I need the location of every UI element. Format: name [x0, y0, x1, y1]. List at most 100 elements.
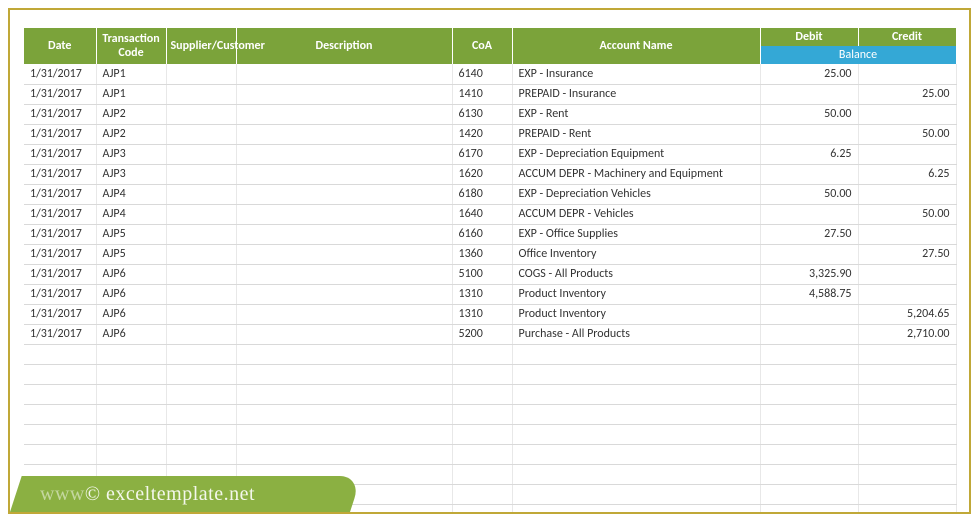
cell-supplier[interactable]: [166, 64, 236, 84]
cell-coa[interactable]: 5200: [452, 324, 512, 344]
cell-empty[interactable]: [166, 384, 236, 404]
cell-description[interactable]: [236, 304, 452, 324]
cell-account[interactable]: EXP - Depreciation Equipment: [512, 144, 760, 164]
cell-credit[interactable]: [858, 224, 956, 244]
cell-date[interactable]: 1/31/2017: [24, 264, 96, 284]
cell-debit[interactable]: [760, 304, 858, 324]
cell-empty[interactable]: [452, 404, 512, 424]
cell-empty[interactable]: [512, 384, 760, 404]
cell-empty[interactable]: [858, 344, 956, 364]
cell-coa[interactable]: 1310: [452, 284, 512, 304]
cell-empty[interactable]: [452, 344, 512, 364]
cell-date[interactable]: 1/31/2017: [24, 104, 96, 124]
cell-code[interactable]: AJP6: [96, 324, 166, 344]
cell-empty[interactable]: [858, 444, 956, 464]
header-supplier-customer[interactable]: Supplier/Customer: [166, 28, 236, 64]
cell-account[interactable]: EXP - Insurance: [512, 64, 760, 84]
cell-description[interactable]: [236, 64, 452, 84]
cell-empty[interactable]: [858, 484, 956, 504]
cell-code[interactable]: AJP4: [96, 184, 166, 204]
cell-coa[interactable]: 1310: [452, 304, 512, 324]
cell-debit[interactable]: [760, 84, 858, 104]
cell-coa[interactable]: 1360: [452, 244, 512, 264]
cell-credit[interactable]: 6.25: [858, 164, 956, 184]
header-balance[interactable]: Balance: [760, 46, 956, 64]
header-description[interactable]: Description: [236, 28, 452, 64]
cell-empty[interactable]: [452, 384, 512, 404]
cell-empty[interactable]: [166, 424, 236, 444]
header-debit[interactable]: Debit: [760, 28, 858, 46]
cell-supplier[interactable]: [166, 84, 236, 104]
cell-credit[interactable]: [858, 64, 956, 84]
cell-empty[interactable]: [236, 404, 452, 424]
cell-empty[interactable]: [236, 344, 452, 364]
cell-description[interactable]: [236, 244, 452, 264]
cell-empty[interactable]: [166, 444, 236, 464]
cell-debit[interactable]: 3,325.90: [760, 264, 858, 284]
cell-empty[interactable]: [858, 384, 956, 404]
cell-date[interactable]: 1/31/2017: [24, 324, 96, 344]
cell-description[interactable]: [236, 224, 452, 244]
cell-debit[interactable]: 6.25: [760, 144, 858, 164]
cell-code[interactable]: AJP5: [96, 224, 166, 244]
cell-account[interactable]: COGS - All Products: [512, 264, 760, 284]
cell-date[interactable]: 1/31/2017: [24, 244, 96, 264]
cell-debit[interactable]: 50.00: [760, 104, 858, 124]
cell-debit[interactable]: [760, 204, 858, 224]
cell-account[interactable]: Office Inventory: [512, 244, 760, 264]
cell-debit[interactable]: [760, 124, 858, 144]
cell-credit[interactable]: 50.00: [858, 204, 956, 224]
cell-account[interactable]: EXP - Office Supplies: [512, 224, 760, 244]
cell-supplier[interactable]: [166, 124, 236, 144]
cell-account[interactable]: Product Inventory: [512, 304, 760, 324]
cell-coa[interactable]: 5100: [452, 264, 512, 284]
cell-debit[interactable]: [760, 244, 858, 264]
cell-supplier[interactable]: [166, 164, 236, 184]
header-date[interactable]: Date: [24, 28, 96, 64]
cell-empty[interactable]: [760, 484, 858, 504]
cell-credit[interactable]: [858, 264, 956, 284]
cell-empty[interactable]: [24, 344, 96, 364]
cell-coa[interactable]: 1410: [452, 84, 512, 104]
cell-empty[interactable]: [236, 364, 452, 384]
cell-coa[interactable]: 1620: [452, 164, 512, 184]
cell-empty[interactable]: [166, 404, 236, 424]
cell-empty[interactable]: [452, 504, 512, 514]
cell-empty[interactable]: [24, 444, 96, 464]
cell-date[interactable]: 1/31/2017: [24, 124, 96, 144]
cell-empty[interactable]: [24, 364, 96, 384]
cell-date[interactable]: 1/31/2017: [24, 224, 96, 244]
cell-empty[interactable]: [24, 384, 96, 404]
cell-code[interactable]: AJP5: [96, 244, 166, 264]
cell-description[interactable]: [236, 104, 452, 124]
cell-empty[interactable]: [452, 464, 512, 484]
cell-supplier[interactable]: [166, 104, 236, 124]
cell-code[interactable]: AJP6: [96, 284, 166, 304]
cell-description[interactable]: [236, 144, 452, 164]
cell-date[interactable]: 1/31/2017: [24, 304, 96, 324]
cell-supplier[interactable]: [166, 304, 236, 324]
cell-debit[interactable]: 27.50: [760, 224, 858, 244]
cell-empty[interactable]: [858, 364, 956, 384]
cell-coa[interactable]: 6140: [452, 64, 512, 84]
cell-account[interactable]: ACCUM DEPR - Vehicles: [512, 204, 760, 224]
cell-empty[interactable]: [96, 344, 166, 364]
cell-empty[interactable]: [236, 384, 452, 404]
cell-description[interactable]: [236, 284, 452, 304]
cell-coa[interactable]: 6170: [452, 144, 512, 164]
cell-supplier[interactable]: [166, 224, 236, 244]
cell-supplier[interactable]: [166, 184, 236, 204]
cell-date[interactable]: 1/31/2017: [24, 284, 96, 304]
cell-code[interactable]: AJP6: [96, 264, 166, 284]
cell-empty[interactable]: [512, 404, 760, 424]
cell-credit[interactable]: [858, 104, 956, 124]
cell-account[interactable]: EXP - Depreciation Vehicles: [512, 184, 760, 204]
cell-empty[interactable]: [452, 364, 512, 384]
cell-description[interactable]: [236, 264, 452, 284]
cell-account[interactable]: ACCUM DEPR - Machinery and Equipment: [512, 164, 760, 184]
cell-code[interactable]: AJP2: [96, 104, 166, 124]
cell-credit[interactable]: 5,204.65: [858, 304, 956, 324]
cell-description[interactable]: [236, 124, 452, 144]
cell-supplier[interactable]: [166, 264, 236, 284]
cell-date[interactable]: 1/31/2017: [24, 64, 96, 84]
